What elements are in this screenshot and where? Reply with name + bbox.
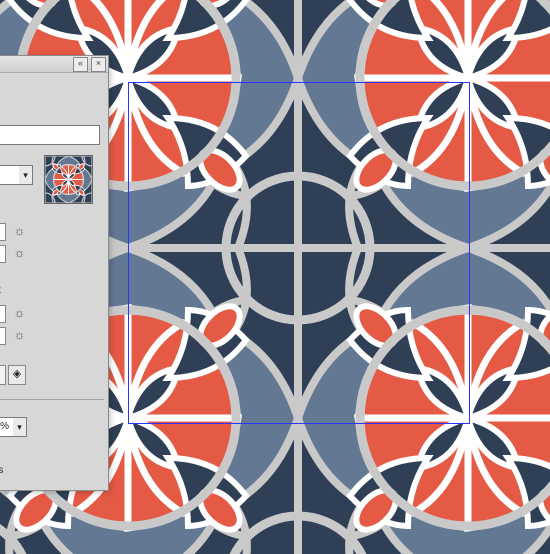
- dim-copies-field[interactable]: 90%: [0, 417, 14, 437]
- link-icon[interactable]: ☼: [12, 223, 27, 238]
- pattern-tile: [298, 248, 550, 554]
- bounds-label-fragment: ounds: [0, 465, 3, 476]
- art-section-label: Art: [0, 285, 1, 296]
- link-icon[interactable]: ☼: [12, 245, 27, 260]
- tile-type-dropdown-button[interactable]: ▾: [19, 165, 33, 185]
- panel-collapse-button[interactable]: «: [73, 57, 88, 72]
- height-field[interactable]: [0, 245, 6, 263]
- v-spacing-field[interactable]: [0, 327, 6, 345]
- overlap-segmented[interactable]: ◧ ◨ ◆: [0, 365, 6, 385]
- link-icon[interactable]: ☼: [12, 305, 27, 320]
- overlap-center-icon[interactable]: ◆: [0, 366, 5, 384]
- overlap-extra-button[interactable]: ◈: [8, 365, 26, 385]
- width-field[interactable]: [0, 223, 6, 241]
- pattern-name-input[interactable]: [0, 125, 100, 145]
- pattern-tile: [298, 0, 550, 248]
- h-spacing-field[interactable]: [0, 305, 6, 323]
- dim-copies-dropdown-button[interactable]: ▾: [13, 417, 27, 437]
- panel-close-button[interactable]: ×: [91, 57, 106, 72]
- panel-header[interactable]: « ×: [0, 56, 108, 73]
- pattern-swatch-preview: [44, 155, 93, 204]
- pattern-options-panel: « × ▾ ☼ ☼ Art ☼ ☼ ◧ ◨ ◆ ◈ 90% ▾ ounds: [0, 56, 108, 490]
- link-icon[interactable]: ☼: [12, 327, 27, 342]
- tile-type-dropdown[interactable]: [0, 165, 20, 185]
- separator: [0, 399, 104, 400]
